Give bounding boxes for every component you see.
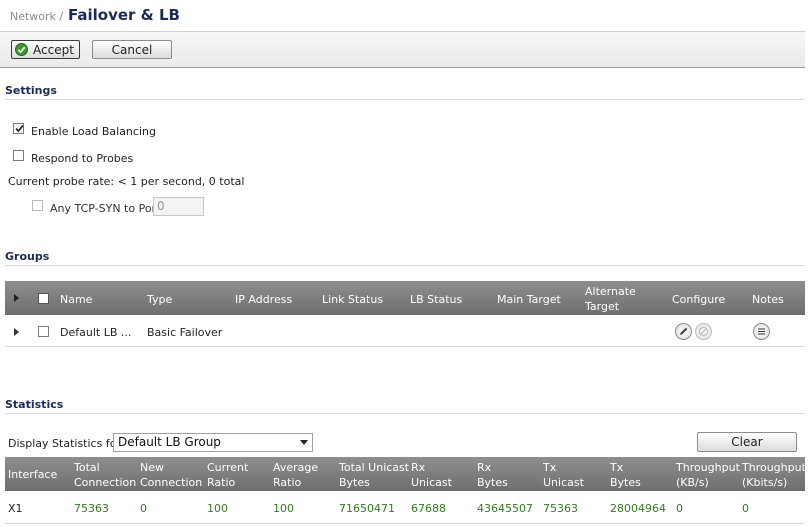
col-rx-unicast-1: Rx [411,461,426,474]
statistics-heading: Statistics [5,398,64,411]
col-average-ratio-1: Average [273,461,319,474]
tcp-syn-port-input[interactable]: 0 [153,197,204,216]
col-notes: Notes [752,293,784,306]
groups-table-header: Name Type IP Address Link Status LB Stat… [5,281,805,315]
stat-throughput-kbs: 0 [676,502,683,515]
group-name: Default LB ... [60,326,132,339]
col-rx-unicast-2: Unicast [411,476,452,489]
groups-heading: Groups [5,250,50,263]
stat-throughput-kbits: 0 [742,502,749,515]
table-row[interactable]: Default LB ... Basic Failover [5,316,805,347]
notes-icon[interactable] [753,323,770,340]
col-current-ratio-2: Ratio [207,476,236,489]
col-tx-unicast-2: Unicast [543,476,584,489]
col-type[interactable]: Type [147,293,172,306]
row-select-checkbox[interactable] [38,326,49,337]
table-row: X1 75363 0 100 100 71650471 67688 436455… [5,493,805,524]
col-main-target[interactable]: Main Target [497,293,561,306]
col-interface: Interface [8,468,58,481]
display-statistics-label: Display Statistics for: [8,437,125,450]
cancel-button[interactable]: Cancel [92,40,172,59]
statistics-divider [5,413,805,414]
col-average-ratio-2: Ratio [273,476,302,489]
checkmark-icon [15,124,24,133]
col-alternate-target-line2[interactable]: Target [585,300,619,313]
select-all-groups-checkbox[interactable] [38,293,49,304]
stat-current-ratio: 100 [207,502,228,515]
col-throughput-kbs-1: Throughput [676,461,740,474]
col-total-unicast-bytes-2: Bytes [339,476,370,489]
probe-rate-text: Current probe rate: < 1 per second, 0 to… [8,175,245,188]
stat-interface: X1 [8,502,23,515]
accept-label: Accept [33,42,74,57]
statistics-table-header: Interface Total Connection New Connectio… [5,457,806,491]
respond-to-probes-checkbox[interactable] [13,150,24,161]
col-rx-bytes-2: Bytes [477,476,508,489]
chevron-down-icon [300,440,308,445]
col-tx-bytes-2: Bytes [610,476,641,489]
col-total-connection-2: Connection [74,476,137,489]
settings-heading: Settings [5,84,57,97]
check-circle-icon [15,43,28,56]
toolbar: Accept Cancel [0,31,805,68]
col-total-unicast-bytes-1: Total Unicast [339,461,410,474]
enable-load-balancing-label: Enable Load Balancing [31,125,156,138]
stat-new-connection: 0 [140,502,147,515]
col-throughput-kbits-1: Throughput [742,461,806,474]
stat-rx-unicast: 67688 [411,502,446,515]
col-alternate-target-line1[interactable]: Alternate [585,285,636,298]
col-lb-status[interactable]: LB Status [410,293,462,306]
col-ip-address[interactable]: IP Address [235,293,292,306]
settings-divider [5,99,805,100]
col-configure: Configure [672,293,726,306]
col-link-status[interactable]: Link Status [322,293,383,306]
breadcrumb[interactable]: Network / [10,10,63,23]
col-current-ratio-1: Current [207,461,249,474]
clear-button[interactable]: Clear [697,432,797,452]
col-new-connection-2: Connection [140,476,203,489]
col-tx-bytes-1: Tx [610,461,624,474]
respond-to-probes-label: Respond to Probes [31,152,134,165]
page-title: Failover & LB [68,6,180,24]
enable-load-balancing-checkbox[interactable] [13,123,24,134]
stat-total-connection: 75363 [74,502,109,515]
no-icon[interactable] [695,323,712,340]
col-throughput-kbits-2: (Kbits/s) [742,476,788,489]
expand-row-icon[interactable] [14,328,19,336]
statistics-group-select[interactable]: Default LB Group [113,433,313,452]
accept-button[interactable]: Accept [11,40,80,59]
col-new-connection-1: New [140,461,164,474]
col-tx-unicast-1: Tx [543,461,557,474]
col-throughput-kbs-2: (KB/s) [676,476,709,489]
groups-divider [5,265,805,266]
stat-tx-unicast: 75363 [543,502,578,515]
col-name[interactable]: Name [60,293,92,306]
expand-all-icon[interactable] [14,294,19,302]
tcp-syn-checkbox[interactable] [32,200,43,211]
stat-total-unicast-bytes: 71650471 [339,502,395,515]
col-total-connection-1: Total [74,461,100,474]
group-type: Basic Failover [147,326,223,339]
stat-tx-bytes: 28004964 [610,502,666,515]
col-rx-bytes-1: Rx [477,461,492,474]
pencil-icon[interactable] [675,323,692,340]
statistics-group-value: Default LB Group [118,435,221,449]
stat-rx-bytes: 43645507 [477,502,533,515]
stat-average-ratio: 100 [273,502,294,515]
tcp-syn-label: Any TCP-SYN to Port [50,202,161,215]
